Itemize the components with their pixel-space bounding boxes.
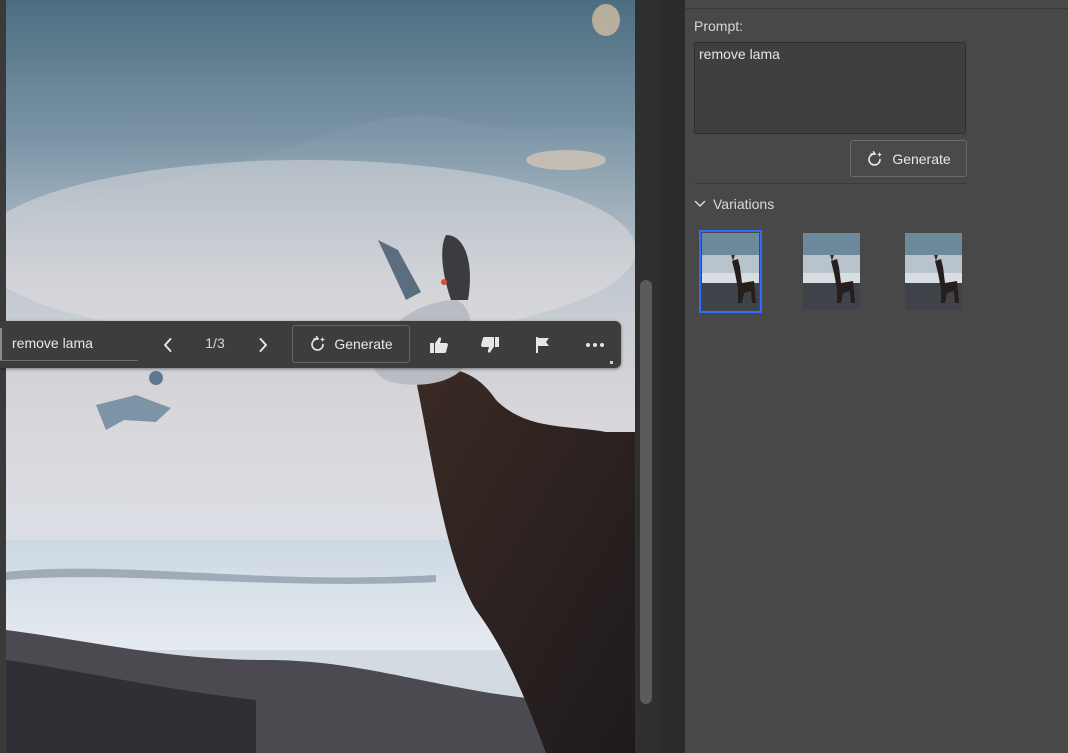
- variation-thumbnail-3[interactable]: [905, 233, 962, 310]
- refresh-sparkle-icon: [311, 336, 326, 351]
- report-button[interactable]: [527, 330, 557, 360]
- prompt-label: Prompt:: [694, 18, 744, 34]
- document-canvas[interactable]: [6, 0, 635, 753]
- dislike-button[interactable]: [475, 330, 505, 360]
- variation-image: [702, 233, 759, 310]
- thumbs-up-icon: [430, 337, 448, 353]
- app-window: Prompt: remove lama Generate Variations: [0, 0, 1068, 753]
- variation-image: [803, 233, 860, 310]
- prompt-textarea[interactable]: remove lama: [694, 42, 966, 134]
- flag-icon: [536, 337, 549, 353]
- panel-generate-label: Generate: [892, 150, 951, 167]
- taskbar-resize-corner: [610, 361, 613, 364]
- taskbar-generate-label: Generate: [334, 336, 393, 352]
- variation-thumbnail-1[interactable]: [699, 230, 762, 313]
- previous-variation-button[interactable]: [153, 330, 183, 360]
- panel-top-divider: [685, 8, 1068, 9]
- refresh-sparkle-icon: [868, 150, 883, 166]
- taskbar-generate-button[interactable]: Generate: [292, 325, 410, 363]
- more-horizontal-icon: [586, 343, 604, 347]
- next-variation-button[interactable]: [248, 330, 278, 360]
- chevron-left-icon: [164, 338, 172, 352]
- variation-counter: 1/3: [205, 335, 225, 351]
- panel-generate-button[interactable]: Generate: [850, 140, 967, 177]
- chevron-right-icon: [259, 338, 267, 352]
- llama-photo: [6, 0, 635, 753]
- thumbs-down-icon: [481, 337, 499, 353]
- variations-header[interactable]: Variations: [694, 196, 774, 212]
- variations-label: Variations: [713, 196, 775, 212]
- panel-divider: [659, 0, 685, 753]
- variation-image: [905, 233, 962, 310]
- variation-thumbnail-2[interactable]: [803, 233, 860, 310]
- prompt-section-divider: [694, 183, 967, 184]
- more-options-button[interactable]: [580, 330, 610, 360]
- contextual-task-bar: remove lama 1/3 Generate: [0, 321, 621, 368]
- chevron-down-icon: [694, 200, 706, 207]
- like-button[interactable]: [424, 330, 454, 360]
- canvas-scrollbar-thumb[interactable]: [640, 280, 652, 704]
- taskbar-prompt-input[interactable]: remove lama: [0, 331, 138, 361]
